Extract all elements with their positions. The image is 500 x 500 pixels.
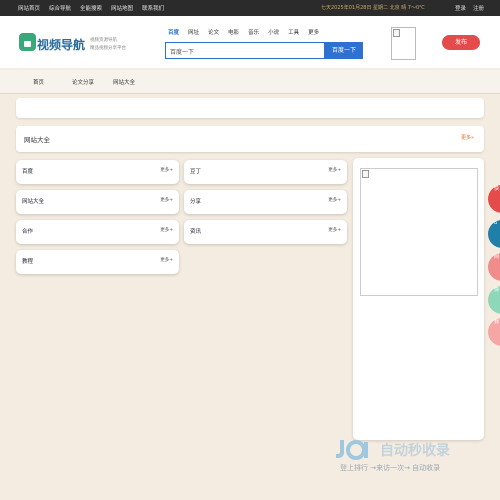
search-tab-novel[interactable]: 小说 [268,28,279,36]
top-nav-contact[interactable]: 联系我们 [142,4,164,12]
search-tab-paper[interactable]: 论文 [208,28,219,36]
category-more-link[interactable]: 更多+ [160,197,173,203]
top-bar: 网站首页 综合导航 全能搜索 网站地图 联系我们 七天2025年01月28日 星… [0,0,500,16]
top-nav-general[interactable]: 综合导航 [49,4,71,12]
broken-image-icon [362,170,369,178]
watermark-logo-icon [336,440,368,460]
float-button-me[interactable]: 我 [488,318,500,346]
search-input[interactable]: 百度一下 [165,42,325,59]
category-card[interactable]: 合作 更多+ [16,220,179,244]
sidebar-ad-image[interactable] [360,168,478,296]
register-link[interactable]: 注册 [473,4,484,12]
top-nav-search[interactable]: 全能搜索 [80,4,102,12]
subnav-home[interactable]: 首页 [33,78,44,86]
category-more-link[interactable]: 更多+ [160,167,173,173]
category-more-link[interactable]: 更多+ [328,197,341,203]
logo-icon[interactable] [19,33,36,51]
category-card[interactable]: 网站大全 更多+ [16,190,179,214]
category-card[interactable]: 分享 更多+ [184,190,347,214]
float-button-fast[interactable]: 快 [488,286,500,314]
category-more-link[interactable]: 更多+ [160,227,173,233]
search-tab-web[interactable]: 网址 [188,28,199,36]
watermark-text: 自动秒收录 [380,443,450,459]
header-ad-image[interactable] [391,27,416,60]
float-button-site[interactable]: 网 [488,253,500,281]
float-button-home[interactable]: ⌂ [488,220,500,248]
slogan-line-1: 视频资源导航 [90,38,117,43]
category-name[interactable]: 网站大全 [22,197,44,205]
watermark-subtext: 登上排行 →来访一次→ 自动收录 [340,464,441,472]
date-weather-info: 七天2025年01月28日 星期二 北京 晴 7～0℃ [321,5,425,11]
category-name[interactable]: 百度 [22,167,33,175]
category-card[interactable]: 资讯 更多+ [184,220,347,244]
category-name[interactable]: 豆丁 [190,167,201,175]
logo-text[interactable]: 视频导航 [37,36,85,53]
top-nav-sitemap[interactable]: 网站地图 [111,4,133,12]
category-more-link[interactable]: 更多+ [328,227,341,233]
top-nav: 网站首页 综合导航 全能搜索 网站地图 联系我们 [18,4,164,12]
category-more-link[interactable]: 更多+ [160,257,173,263]
home-icon: ⌂ [494,220,498,226]
category-name[interactable]: 合作 [22,227,33,235]
search-tab-baidu[interactable]: 百度 [168,28,179,36]
search-tabs: 百度 网址 论文 电影 音乐 小说 工具 更多 [168,28,319,36]
category-card[interactable]: 百度 更多+ [16,160,179,184]
category-name[interactable]: 教程 [22,257,33,265]
auth-links: 登录 注册 [455,4,484,12]
float-button-label: 我 [494,319,500,325]
search-tab-tools[interactable]: 工具 [288,28,299,36]
category-card[interactable]: 豆丁 更多+ [184,160,347,184]
sub-nav: 首页 论文分享 网站大全 [0,70,500,94]
top-nav-home[interactable]: 网站首页 [18,4,40,12]
category-more-link[interactable]: 更多+ [328,167,341,173]
section-header: 网站大全 更多» [16,126,484,152]
section-title: 网站大全 [24,136,50,144]
search-tab-movie[interactable]: 电影 [228,28,239,36]
slogan-line-2: 精品视频分享平台 [90,46,126,51]
category-name[interactable]: 资讯 [190,227,201,235]
subnav-site-directory[interactable]: 网站大全 [113,78,135,86]
subnav-paper-share[interactable]: 论文分享 [72,78,94,86]
float-button-label: 网 [494,254,500,260]
category-card[interactable]: 教程 更多+ [16,250,179,274]
category-name[interactable]: 分享 [190,197,201,205]
float-button-label: 快 [494,186,500,192]
login-link[interactable]: 登录 [455,4,466,12]
search-tab-more[interactable]: 更多 [308,28,319,36]
notice-bar [16,98,484,118]
slogan: 视频资源导航 精品视频分享平台 [90,37,126,53]
float-button-label: 快 [494,287,500,293]
section-more-link[interactable]: 更多» [461,134,474,141]
search-tab-music[interactable]: 音乐 [248,28,259,36]
broken-image-icon [393,29,400,37]
publish-button[interactable]: 发布 [442,35,480,50]
float-button-quick[interactable]: 快 [488,185,500,213]
search-button[interactable]: 百度一下 [325,42,363,59]
